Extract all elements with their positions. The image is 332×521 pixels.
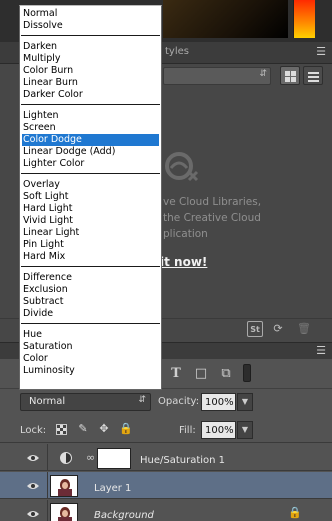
grid-square <box>291 71 296 76</box>
lock-icon: 🔒 <box>288 506 302 519</box>
blend-mode-option[interactable]: Subtract <box>22 296 159 308</box>
layer-thumbnail[interactable] <box>50 475 78 497</box>
library-select[interactable]: ⇵ <box>163 67 271 85</box>
learn-more-link[interactable]: it now! <box>160 255 207 269</box>
menu-separator <box>21 35 160 36</box>
opacity-label: Opacity: <box>158 396 200 407</box>
menu-separator <box>21 104 160 105</box>
filter-toggle[interactable] <box>243 364 251 382</box>
blend-mode-value: Normal <box>29 396 66 407</box>
library-message-line: ve Cloud Libraries, <box>163 196 262 208</box>
thumb-face <box>62 482 68 489</box>
eye-icon[interactable] <box>26 453 40 463</box>
blend-mode-option[interactable]: Pin Light <box>22 239 159 251</box>
blend-mode-option[interactable]: Linear Burn <box>22 77 159 89</box>
menu-separator <box>21 173 160 174</box>
grid-square <box>285 77 290 82</box>
tab-styles[interactable]: tyles <box>165 46 189 57</box>
photoshop-panels: tyles ☰ ⇵ ve Cloud Libraries, the Creati… <box>0 0 332 521</box>
blend-mode-option[interactable]: Soft Light <box>22 191 159 203</box>
blend-mode-option[interactable]: Multiply <box>22 53 159 65</box>
blend-mode-option[interactable]: Color Dodge <box>22 134 159 146</box>
menu-separator <box>21 266 160 267</box>
blend-mode-option[interactable]: Lighten <box>22 110 159 122</box>
visibility-column <box>0 500 48 521</box>
cloud-library-icon <box>165 152 199 182</box>
blend-mode-menu: Normal Dissolve Darken Multiply Color Burn Li… <box>19 5 162 390</box>
lock-label: Lock: <box>20 425 47 436</box>
lock-position-icon[interactable]: ✥ <box>97 422 111 436</box>
thumb-body <box>58 489 72 496</box>
blend-mode-option[interactable]: Darker Color <box>22 89 159 101</box>
list-view-button[interactable] <box>303 66 323 85</box>
blend-mode-option[interactable]: Luminosity <box>22 365 159 377</box>
blend-mode-option[interactable]: Difference <box>22 272 159 284</box>
grid-square <box>285 71 290 76</box>
blend-mode-option[interactable]: Overlay <box>22 179 159 191</box>
fill-input[interactable]: 100% <box>201 421 236 439</box>
thumb-body <box>58 517 72 521</box>
blend-mode-option[interactable]: Hard Mix <box>22 251 159 263</box>
color-field[interactable] <box>163 0 288 38</box>
sync-icon[interactable]: ⟳ <box>270 321 286 337</box>
eye-icon[interactable] <box>26 481 40 491</box>
blend-mode-option[interactable]: Color Burn <box>22 65 159 77</box>
thumb-face <box>62 510 68 517</box>
visibility-column <box>0 472 48 499</box>
blend-mode-option[interactable]: Darken <box>22 41 159 53</box>
blend-mode-option[interactable]: Color <box>22 353 159 365</box>
layer-mask-thumbnail[interactable] <box>97 448 131 469</box>
menu-separator <box>21 323 160 324</box>
shape-filter-icon[interactable]: □ <box>193 365 209 383</box>
list-bar <box>308 72 319 74</box>
lock-pixels-icon[interactable]: ✎ <box>76 422 90 436</box>
blend-mode-option[interactable]: Linear Dodge (Add) <box>22 146 159 158</box>
blend-mode-option[interactable]: Hue <box>22 329 159 341</box>
list-bar <box>308 80 319 82</box>
blend-mode-option[interactable]: Saturation <box>22 341 159 353</box>
blend-mode-option[interactable]: Exclusion <box>22 284 159 296</box>
grid-square <box>291 77 296 82</box>
list-bar <box>308 76 319 78</box>
select-arrows-icon: ⇵ <box>259 69 267 79</box>
trash-icon[interactable]: 🗑 <box>296 321 312 337</box>
eye-icon[interactable] <box>26 509 40 519</box>
blend-mode-select[interactable]: Normal ⇵ <box>20 393 151 411</box>
layers-panel-menu-icon[interactable]: ☰ <box>316 345 326 356</box>
lock-all-icon[interactable]: 🔒 <box>119 422 133 436</box>
lock-transparency-icon[interactable] <box>56 424 67 435</box>
blend-mode-option[interactable]: Hard Light <box>22 203 159 215</box>
layer-name[interactable]: Background <box>94 510 154 521</box>
blend-mode-option[interactable]: Divide <box>22 308 159 320</box>
fill-label: Fill: <box>179 425 196 436</box>
library-message-line: plication <box>163 228 208 240</box>
layer-thumbnail[interactable] <box>50 503 78 521</box>
layer-name[interactable]: Hue/Saturation 1 <box>140 455 225 466</box>
layer-name[interactable]: Layer 1 <box>94 483 131 494</box>
panel-menu-icon[interactable]: ☰ <box>316 46 326 57</box>
fill-dropdown-button[interactable]: ▼ <box>237 421 253 439</box>
blend-mode-option[interactable]: Vivid Light <box>22 215 159 227</box>
blend-mode-option[interactable]: Normal <box>22 8 159 20</box>
visibility-column <box>0 444 48 471</box>
blend-mode-option[interactable]: Screen <box>22 122 159 134</box>
lock-row <box>0 415 332 443</box>
adjustment-layer-icon <box>60 452 72 464</box>
blend-mode-option[interactable]: Linear Light <box>22 227 159 239</box>
blend-mode-option[interactable]: Dissolve <box>22 20 159 32</box>
library-message-line: the Creative Cloud <box>163 212 261 224</box>
smart-object-filter-icon[interactable]: ⧉ <box>218 365 234 383</box>
grid-view-button[interactable] <box>280 66 300 85</box>
opacity-dropdown-button[interactable]: ▼ <box>237 393 253 411</box>
stock-icon[interactable]: St <box>247 321 263 337</box>
link-chain-icon[interactable]: ∞ <box>86 451 95 464</box>
blend-mode-option[interactable]: Lighter Color <box>22 158 159 170</box>
hue-slider[interactable] <box>293 0 315 38</box>
opacity-input[interactable]: 100% <box>201 393 236 411</box>
select-arrows-icon: ⇵ <box>138 395 146 405</box>
type-filter-icon[interactable]: T <box>168 365 184 383</box>
